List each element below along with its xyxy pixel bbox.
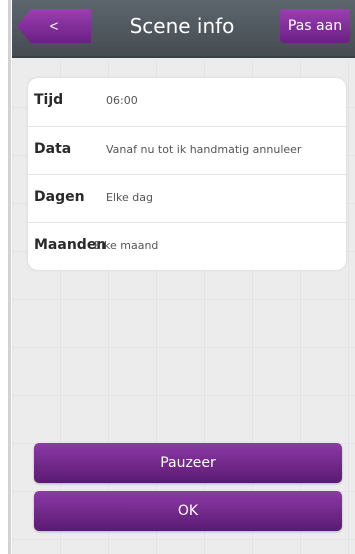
back-button[interactable]: < bbox=[17, 9, 91, 43]
pause-button[interactable]: Pauzeer bbox=[34, 443, 342, 483]
info-row-label: Data bbox=[34, 141, 72, 157]
scene-info-card: Tijd 06:00 Data Vanaf nu tot ik handmati… bbox=[28, 78, 346, 270]
ok-button[interactable]: OK bbox=[34, 491, 342, 531]
top-bar: < Scene info Pas aan bbox=[12, 0, 355, 58]
page-title: Scene info bbox=[129, 14, 235, 38]
info-row-value: Vanaf nu tot ik handmatig annuleer bbox=[106, 142, 302, 156]
info-row-months: Maanden Elke maand bbox=[28, 222, 346, 267]
left-divider bbox=[8, 0, 11, 554]
info-row-value: 06:00 bbox=[106, 93, 138, 107]
info-row-date: Data Vanaf nu tot ik handmatig annuleer bbox=[28, 126, 346, 171]
app-frame: < Scene info Pas aan Tijd 06:00 Data Van… bbox=[0, 0, 355, 554]
back-arrow-icon: < bbox=[49, 17, 59, 35]
info-row-days: Dagen Elke dag bbox=[28, 174, 346, 219]
info-row-value: Elke dag bbox=[106, 190, 153, 204]
screen: < Scene info Pas aan Tijd 06:00 Data Van… bbox=[12, 0, 355, 554]
edit-button[interactable]: Pas aan bbox=[280, 9, 350, 43]
info-row-label: Tijd bbox=[34, 92, 64, 108]
info-row-label: Dagen bbox=[34, 189, 85, 205]
info-row-value: Elke maand bbox=[94, 238, 159, 252]
info-row-time: Tijd 06:00 bbox=[28, 78, 346, 122]
